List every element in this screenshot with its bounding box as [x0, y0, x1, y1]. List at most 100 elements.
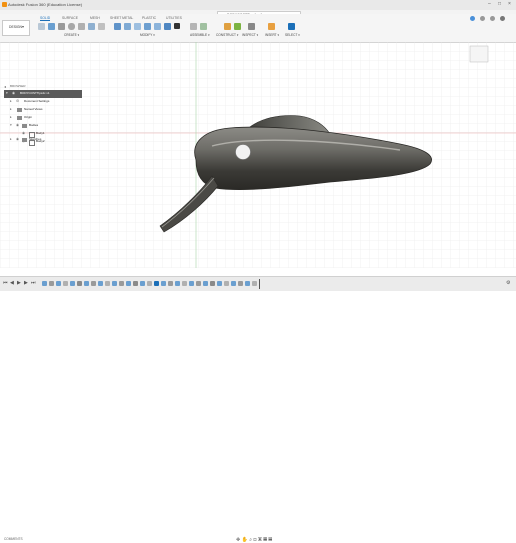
insert-menu[interactable]: INSERT ▾: [265, 33, 279, 37]
inspect-menu[interactable]: INSPECT ▾: [242, 33, 258, 37]
timeline-feature[interactable]: [140, 281, 145, 286]
create-menu[interactable]: CREATE ▾: [64, 33, 79, 37]
eye-icon[interactable]: ◉: [16, 137, 19, 141]
collapse-icon[interactable]: ◂: [4, 84, 6, 89]
notifications-icon[interactable]: [480, 16, 485, 21]
chevron-down-icon[interactable]: ▾: [6, 91, 8, 95]
browser-item-origin[interactable]: ▸ Origin: [4, 114, 82, 122]
help-icon[interactable]: [490, 16, 495, 21]
tab-sheet-metal[interactable]: SHEET METAL: [110, 16, 133, 20]
timeline-feature[interactable]: [231, 281, 236, 286]
timeline-feature[interactable]: [175, 281, 180, 286]
timeline-feature[interactable]: [84, 281, 89, 286]
chevron-right-icon[interactable]: ▸: [10, 137, 12, 141]
chevron-down-icon[interactable]: ▾: [10, 123, 12, 127]
timeline-feature[interactable]: [252, 281, 257, 286]
timeline-feature[interactable]: [91, 281, 96, 286]
insert-image-icon[interactable]: [268, 23, 275, 30]
user-avatar[interactable]: [500, 16, 505, 21]
timeline-marker[interactable]: [259, 279, 260, 289]
split-body-icon[interactable]: [164, 23, 171, 30]
go-to-start-icon[interactable]: ⏮: [3, 280, 8, 286]
timeline-feature[interactable]: [56, 281, 61, 286]
browser-item-sketches[interactable]: ▸ ◉ Sketches: [4, 136, 82, 144]
pattern-icon[interactable]: [88, 23, 95, 30]
mirror-icon[interactable]: [98, 23, 105, 30]
timeline-feature[interactable]: [105, 281, 110, 286]
select-menu[interactable]: SELECT ▾: [285, 33, 300, 37]
offset-plane-icon[interactable]: [224, 23, 231, 30]
timeline-feature[interactable]: [147, 281, 152, 286]
timeline-feature[interactable]: [126, 281, 131, 286]
timeline-feature[interactable]: [161, 281, 166, 286]
viewports-icon[interactable]: ▤: [268, 537, 272, 543]
step-back-icon[interactable]: ◀: [10, 280, 14, 286]
browser-item-root[interactable]: ▾ ◉ BODYCOSTTips4x v1: [4, 90, 82, 98]
timeline-feature[interactable]: [42, 281, 47, 286]
eye-feature[interactable]: [235, 144, 251, 160]
close-icon[interactable]: ×: [508, 2, 511, 7]
timeline-feature[interactable]: [133, 281, 138, 286]
browser-item-document-settings[interactable]: ▸ ⚙ Document Settings: [4, 98, 82, 106]
create-sketch-icon[interactable]: [48, 23, 55, 30]
grid-settings-icon[interactable]: ▦: [263, 537, 267, 543]
canvas-viewport[interactable]: ◂ BROWSER ▾ ◉ BODYCOSTTips4x v1 ▸ ⚙ Docu…: [0, 42, 516, 268]
tab-mesh[interactable]: MESH: [90, 16, 100, 20]
tab-plastic[interactable]: PLASTIC: [142, 16, 156, 20]
play-icon[interactable]: ▶: [17, 280, 21, 286]
zoom-icon[interactable]: ⌕: [249, 537, 252, 543]
tab-surface[interactable]: SURFACE: [62, 16, 78, 20]
eye-icon[interactable]: ◉: [12, 91, 15, 95]
chevron-right-icon[interactable]: ▸: [10, 107, 12, 111]
new-component-icon[interactable]: [38, 23, 45, 30]
assemble-menu[interactable]: ASSEMBLE ▾: [190, 33, 210, 37]
new-component-assemble-icon[interactable]: [190, 23, 197, 30]
minimize-icon[interactable]: –: [488, 2, 491, 7]
timeline-feature[interactable]: [49, 281, 54, 286]
select-icon[interactable]: [288, 23, 295, 30]
fit-icon[interactable]: ⊡: [253, 537, 256, 543]
tab-solid[interactable]: SOLID: [40, 16, 51, 21]
timeline-feature[interactable]: [98, 281, 103, 286]
timeline-feature[interactable]: [154, 281, 159, 286]
move-icon[interactable]: [174, 23, 180, 29]
go-to-end-icon[interactable]: ⏭: [31, 280, 36, 286]
timeline-feature[interactable]: [77, 281, 82, 286]
view-cube[interactable]: [469, 45, 489, 63]
orbit-icon[interactable]: ✥: [236, 537, 240, 543]
timeline-feature[interactable]: [182, 281, 187, 286]
display-settings-icon[interactable]: ▣: [258, 537, 262, 543]
chevron-right-icon[interactable]: ▸: [10, 115, 12, 119]
timeline-feature[interactable]: [238, 281, 243, 286]
fillet-icon[interactable]: [124, 23, 131, 30]
eye-icon[interactable]: ◉: [22, 131, 25, 135]
timeline-feature[interactable]: [189, 281, 194, 286]
chevron-right-icon[interactable]: ▸: [10, 99, 12, 103]
modify-menu[interactable]: MODIFY ▾: [140, 33, 155, 37]
shell-icon[interactable]: [144, 23, 151, 30]
construct-menu[interactable]: CONSTRUCT ▾: [216, 33, 238, 37]
timeline-feature[interactable]: [112, 281, 117, 286]
maximize-icon[interactable]: □: [498, 2, 501, 7]
combine-icon[interactable]: [154, 23, 161, 30]
chamfer-icon[interactable]: [134, 23, 141, 30]
extrude-icon[interactable]: [58, 23, 65, 30]
revolve-icon[interactable]: [68, 23, 75, 30]
timeline-feature[interactable]: [63, 281, 68, 286]
midplane-icon[interactable]: [234, 23, 241, 30]
pan-icon[interactable]: ✋: [242, 537, 248, 543]
browser-item-named-views[interactable]: ▸ Named Views: [4, 106, 82, 114]
timeline-feature[interactable]: [196, 281, 201, 286]
comments-panel[interactable]: COMMENTS: [4, 537, 23, 541]
timeline-feature[interactable]: [119, 281, 124, 286]
joint-icon[interactable]: [200, 23, 207, 30]
browser-item-bodies[interactable]: ▾ ◉ Bodies: [4, 122, 82, 130]
account-icon[interactable]: [470, 16, 475, 21]
measure-icon[interactable]: [248, 23, 255, 30]
workspace-selector[interactable]: DESIGN ▾: [2, 20, 30, 36]
design-canvas[interactable]: [0, 42, 516, 268]
timeline-feature[interactable]: [70, 281, 75, 286]
timeline-feature[interactable]: [168, 281, 173, 286]
timeline-feature[interactable]: [210, 281, 215, 286]
eye-icon[interactable]: ◉: [16, 123, 19, 127]
